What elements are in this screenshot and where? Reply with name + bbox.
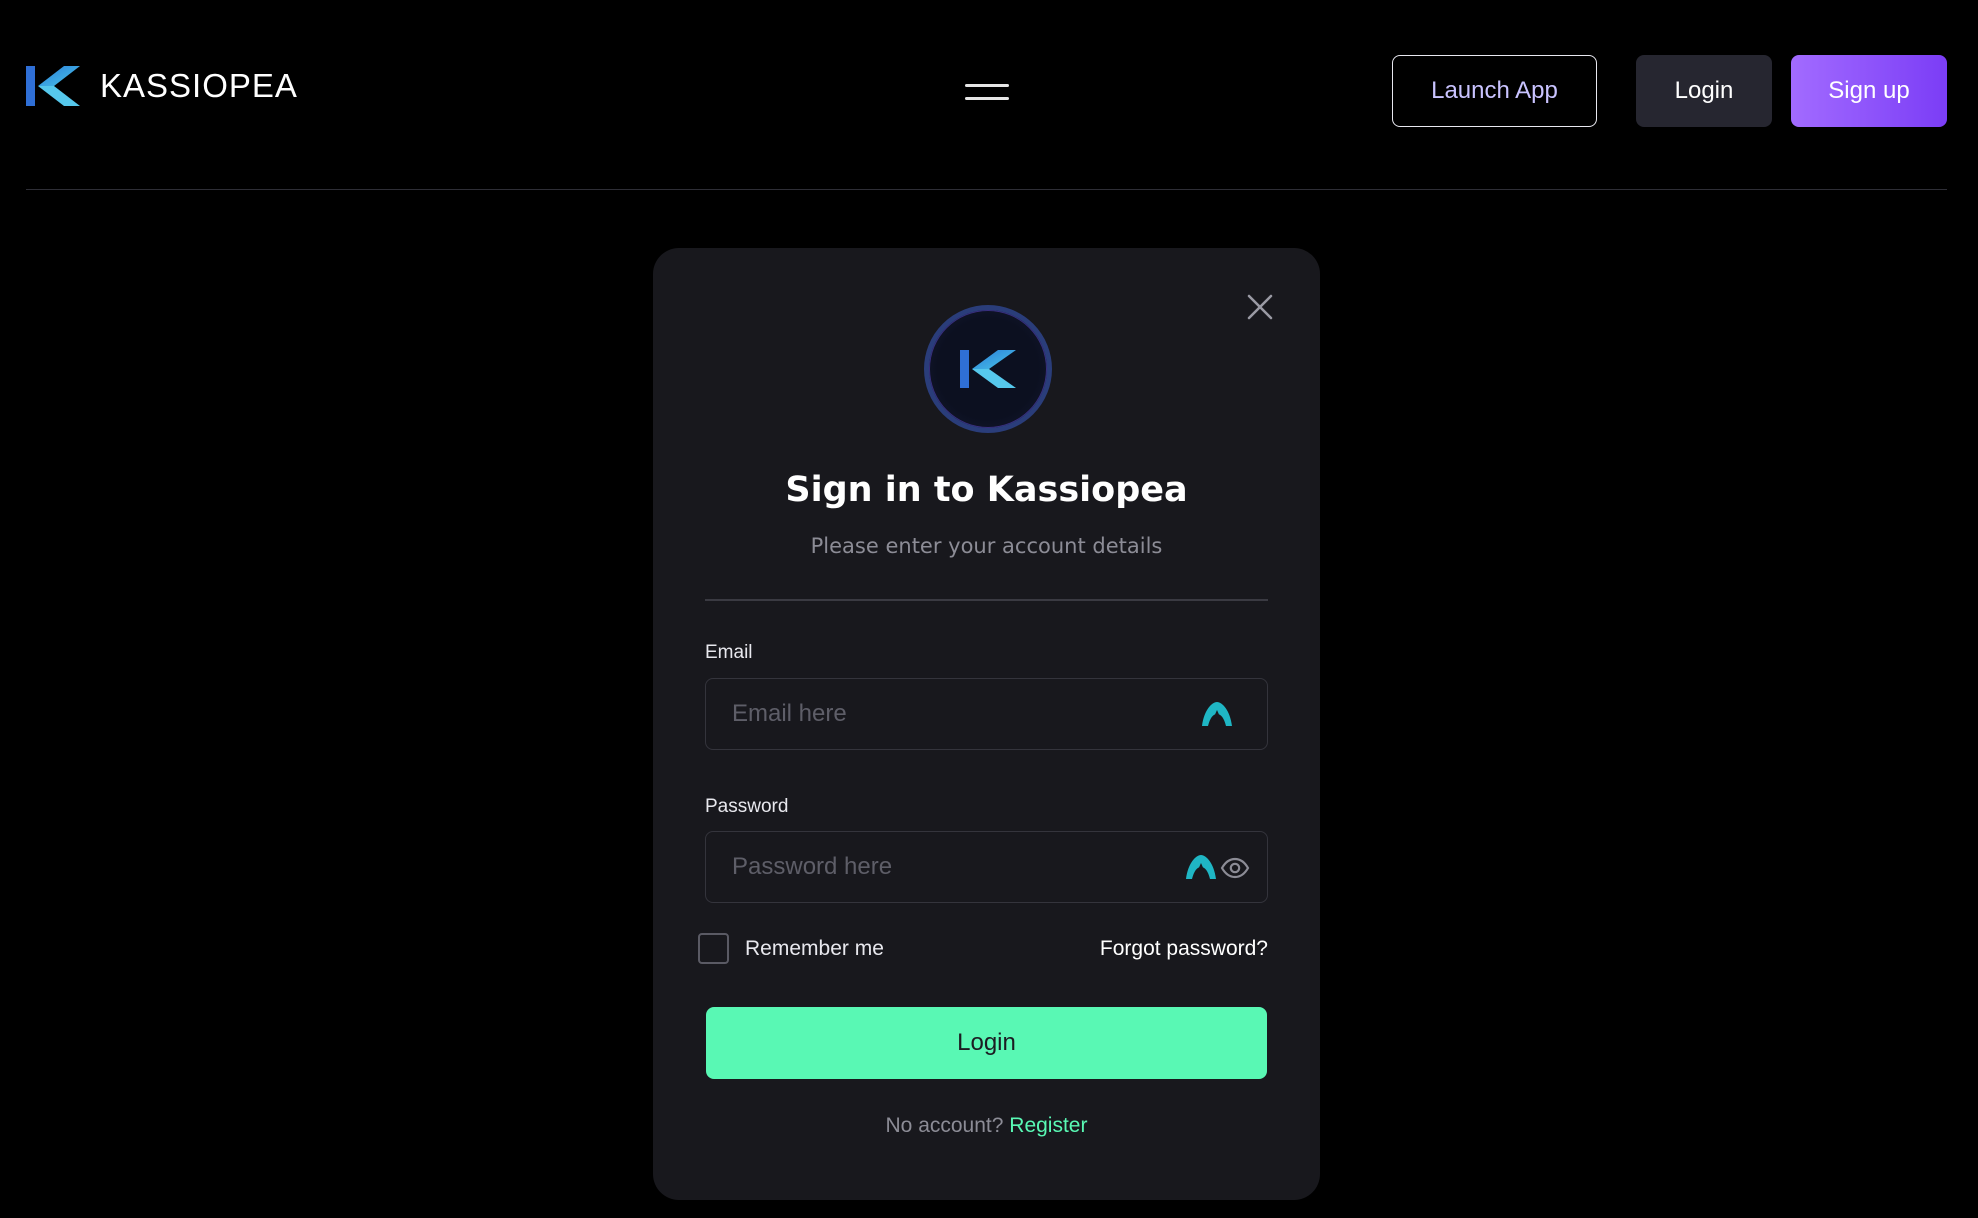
remember-me-control[interactable]: Remember me bbox=[698, 933, 884, 964]
password-field bbox=[705, 831, 1268, 903]
password-manager-icon[interactable] bbox=[1184, 853, 1218, 881]
header-divider bbox=[26, 189, 1947, 190]
brand-name: KASSIOPEA bbox=[100, 67, 298, 104]
header-login-button[interactable]: Login bbox=[1636, 55, 1772, 127]
modal-title: Sign in to Kassiopea bbox=[785, 470, 1188, 510]
email-input[interactable] bbox=[730, 679, 1150, 749]
show-password-eye-icon[interactable] bbox=[1220, 857, 1250, 879]
brand-logo[interactable]: KASSIOPEA bbox=[26, 66, 298, 106]
menu-line bbox=[965, 84, 1009, 87]
launch-app-button[interactable]: Launch App bbox=[1392, 55, 1597, 127]
close-icon[interactable] bbox=[1243, 290, 1277, 324]
menu-line bbox=[965, 97, 1009, 100]
modal-divider bbox=[705, 599, 1268, 601]
signup-button[interactable]: Sign up bbox=[1791, 55, 1947, 127]
password-manager-icon[interactable] bbox=[1200, 700, 1234, 728]
remember-me-checkbox[interactable] bbox=[698, 933, 729, 964]
top-navbar: KASSIOPEA Launch App Login Sign up bbox=[0, 0, 1978, 190]
hamburger-menu-icon[interactable] bbox=[960, 78, 1014, 106]
modal-subtitle: Please enter your account details bbox=[810, 534, 1163, 558]
signin-modal: Sign in to Kassiopea Please enter your a… bbox=[653, 248, 1320, 1200]
kassiopea-k-logo-icon bbox=[26, 66, 80, 106]
kassiopea-badge-icon bbox=[924, 305, 1052, 433]
register-prompt: No account? Register bbox=[653, 1114, 1320, 1138]
password-label: Password bbox=[705, 796, 789, 817]
login-submit-button[interactable]: Login bbox=[706, 1007, 1267, 1079]
password-input[interactable] bbox=[730, 832, 1150, 902]
email-label: Email bbox=[705, 642, 753, 663]
no-account-text: No account? bbox=[885, 1114, 1004, 1137]
email-field bbox=[705, 678, 1268, 750]
remember-me-label: Remember me bbox=[745, 936, 884, 960]
register-link[interactable]: Register bbox=[1009, 1114, 1087, 1137]
forgot-password-link[interactable]: Forgot password? bbox=[1100, 937, 1268, 961]
